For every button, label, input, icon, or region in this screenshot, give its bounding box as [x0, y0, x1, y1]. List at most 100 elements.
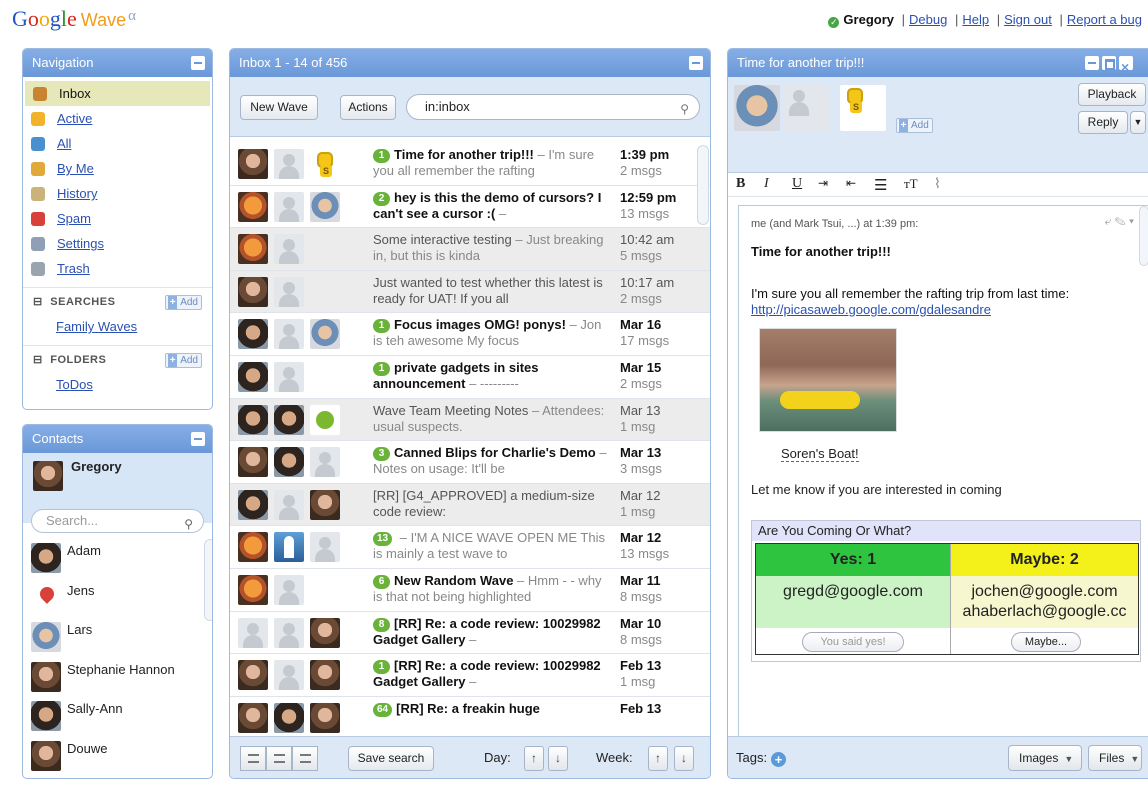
day-up-icon[interactable]: ↑: [524, 746, 544, 771]
close-icon[interactable]: [1119, 53, 1133, 81]
add-folder-button[interactable]: Add: [165, 353, 202, 368]
reply-button[interactable]: Reply: [1078, 111, 1128, 134]
indent-icon[interactable]: ⇥: [818, 176, 828, 191]
debug-link[interactable]: Debug: [909, 12, 947, 27]
sidebar-item-trash[interactable]: Trash: [23, 256, 212, 281]
minimize-icon[interactable]: [191, 432, 205, 446]
outdent-icon[interactable]: ⇤: [846, 176, 856, 191]
wave-row[interactable]: 8 [RR] Re: a code review: 10029982 Gadget…: [230, 611, 710, 655]
add-participant-button[interactable]: Add: [896, 118, 933, 133]
wave-row[interactable]: 1 [RR] Re: a code review: 10029982 Gadget…: [230, 654, 710, 697]
wave-summary: [RR] [G4_APPROVED] a medium-size code re…: [373, 488, 609, 522]
text-size-button[interactable]: тT: [904, 176, 918, 192]
wave-row[interactable]: [RR] [G4_APPROVED] a medium-size code re…: [230, 483, 710, 527]
wave-row[interactable]: 2 hey is this the demo of cursors? I can'…: [230, 185, 710, 229]
actions-button[interactable]: Actions: [340, 95, 396, 120]
avatar[interactable]: [734, 85, 780, 131]
folders-collapse-icon[interactable]: ⊟: [33, 354, 43, 366]
contact-item[interactable]: Lars: [23, 620, 212, 660]
sidebar-item-spam[interactable]: Spam: [23, 206, 212, 231]
wave-snippet: –: [465, 674, 477, 690]
sidebar-item-all[interactable]: All: [23, 131, 212, 156]
boat-photo[interactable]: [759, 328, 897, 432]
trash-icon: [31, 262, 45, 276]
blip-menu-icon[interactable]: ⤶ ✎ ▾: [1105, 214, 1134, 229]
wave-row[interactable]: 13 – I'M A NICE WAVE OPEN ME This is mai…: [230, 526, 710, 569]
contacts-search-input[interactable]: Search... ⚲: [31, 509, 204, 533]
italic-button[interactable]: I: [764, 176, 769, 192]
preview-view-button[interactable]: [292, 746, 318, 771]
wave-row[interactable]: Wave Team Meeting Notes – Attendees: usu…: [230, 398, 710, 442]
searches-collapse-icon[interactable]: ⊟: [33, 296, 43, 308]
reply-dropdown-icon[interactable]: ▼: [1130, 111, 1146, 134]
wave-summary: 64 [RR] Re: a freakin huge: [373, 701, 609, 735]
picasa-link[interactable]: http://picasaweb.google.com/gdalesandre: [751, 302, 991, 317]
add-tag-icon[interactable]: +: [771, 752, 787, 767]
contact-item[interactable]: Stephanie Hannon: [23, 660, 212, 700]
folder-item-todos[interactable]: ToDos: [23, 373, 212, 397]
wave-title: New Random Wave: [394, 572, 514, 588]
wave-list: 1Time for another trip!!! – I'm sure you…: [230, 143, 710, 737]
files-dropdown[interactable]: Files ▼: [1088, 745, 1142, 771]
week-down-icon[interactable]: ↓: [674, 746, 694, 771]
report-bug-link[interactable]: Report a bug: [1067, 12, 1142, 27]
wave-row[interactable]: 64 [RR] Re: a freakin huge Feb 13: [230, 696, 710, 737]
wave-row[interactable]: 3 Canned Blips for Charlie's Demo – Notes…: [230, 441, 710, 484]
save-search-button[interactable]: Save search: [348, 746, 434, 771]
contacts-scrollbar[interactable]: [204, 539, 212, 621]
maybe-vote-button[interactable]: Maybe...: [1011, 632, 1081, 652]
sidebar-item-by-me[interactable]: By Me: [23, 156, 212, 181]
unread-count-badge: 64: [373, 702, 393, 717]
wave-row[interactable]: 1 Focus images OMG! ponys! – Jon is teh a…: [230, 313, 710, 356]
minimize-icon[interactable]: [689, 56, 703, 70]
add-search-button[interactable]: Add: [165, 295, 202, 310]
contact-item[interactable]: Adam: [23, 541, 212, 581]
wave-title: Time for another trip!!!: [394, 147, 534, 162]
contact-item[interactable]: Douwe: [23, 739, 212, 779]
google-wave-logo[interactable]: Google Wave α: [12, 6, 136, 32]
avatar: [310, 319, 340, 350]
sidebar-item-active[interactable]: Active: [23, 106, 212, 131]
help-link[interactable]: Help: [962, 12, 989, 27]
maximize-icon[interactable]: [1102, 56, 1116, 70]
bold-button[interactable]: B: [736, 176, 745, 192]
inbox-scrollbar[interactable]: [697, 145, 709, 225]
list-view-button[interactable]: [240, 746, 266, 771]
compact-view-button[interactable]: [266, 746, 292, 771]
poll-grid: Yes: 1 gregd@google.com You said yes! Ma…: [755, 543, 1139, 655]
wave-row[interactable]: Some interactive testing – Just breaking…: [230, 228, 710, 271]
sign-out-link[interactable]: Sign out: [1004, 12, 1052, 27]
wave-row[interactable]: Just wanted to test whether this latest …: [230, 270, 710, 314]
wave-row[interactable]: 1 private gadgets in sites announcement –…: [230, 355, 710, 399]
contact-item[interactable]: Sally-Ann: [23, 699, 212, 739]
blip-scrollbar[interactable]: [1139, 206, 1148, 266]
avatar[interactable]: [784, 85, 830, 131]
week-up-icon[interactable]: ↑: [648, 746, 668, 771]
contact-item[interactable]: Jens: [23, 581, 212, 621]
sidebar-item-inbox[interactable]: Inbox: [25, 81, 210, 106]
minimize-icon[interactable]: [191, 56, 205, 70]
avatar: [238, 191, 268, 222]
bullet-list-icon[interactable]: ☰: [874, 176, 887, 195]
yes-vote-button[interactable]: You said yes!: [802, 632, 904, 652]
underline-button[interactable]: U: [792, 176, 802, 192]
attachment-icon[interactable]: ⌇: [934, 176, 941, 193]
images-dropdown[interactable]: Images ▼: [1008, 745, 1082, 771]
avatar: [310, 702, 340, 733]
new-wave-button[interactable]: New Wave: [240, 95, 318, 120]
sidebar-item-settings[interactable]: Settings: [23, 231, 212, 256]
inbox-search-input[interactable]: in:inbox ⚲: [406, 94, 700, 120]
blip[interactable]: me (and Mark Tsui, ...) at 1:39 pm: ⤶ ✎ …: [738, 205, 1148, 741]
unread-count-badge: 1: [373, 149, 390, 163]
day-down-icon[interactable]: ↓: [548, 746, 568, 771]
wave-row[interactable]: 6 New Random Wave – Hmm - - why is that n…: [230, 568, 710, 612]
unread-count-badge: 1: [373, 319, 390, 334]
avatar[interactable]: [840, 85, 886, 131]
message-count: 13 msgs: [620, 205, 670, 221]
inbox-header: Inbox 1 - 14 of 456: [230, 49, 710, 77]
search-item-family-waves[interactable]: Family Waves: [23, 315, 212, 339]
sidebar-item-history[interactable]: History: [23, 181, 212, 206]
playback-button[interactable]: Playback: [1078, 83, 1146, 106]
wave-row[interactable]: 1Time for another trip!!! – I'm sure you…: [230, 143, 710, 186]
minimize-icon[interactable]: [1085, 56, 1099, 70]
